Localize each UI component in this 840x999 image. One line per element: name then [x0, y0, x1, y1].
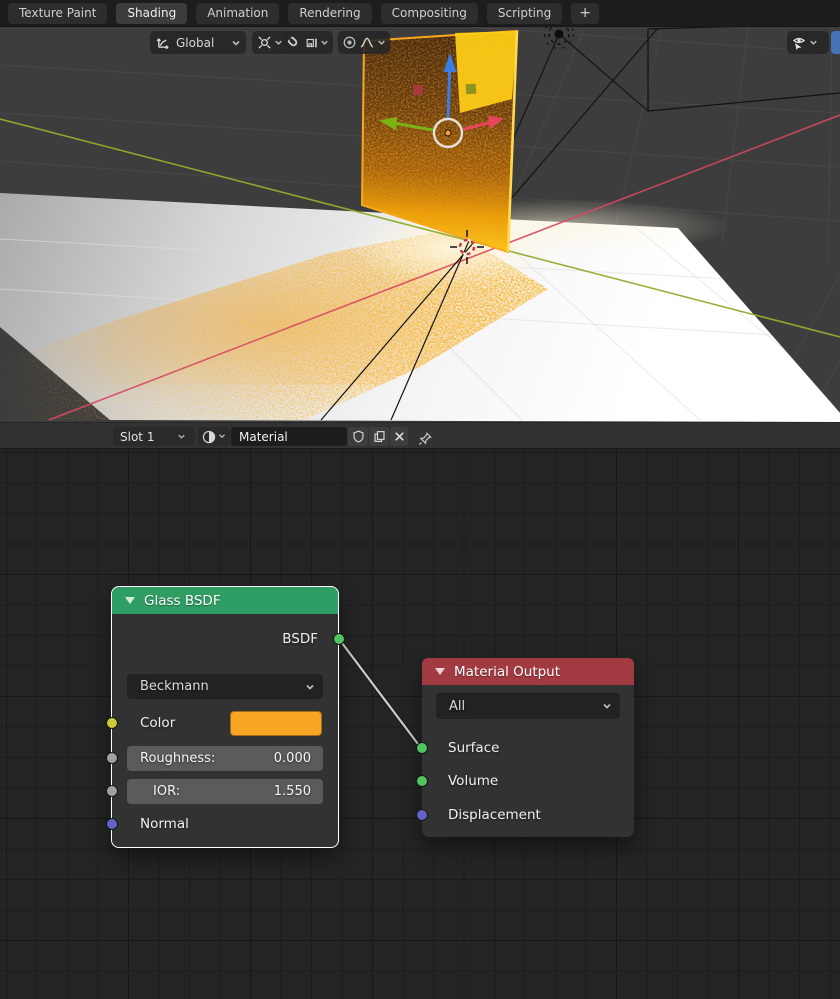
- tab-texture-paint[interactable]: Texture Paint: [8, 3, 107, 24]
- 3d-viewport[interactable]: Global: [0, 27, 840, 422]
- add-workspace-button[interactable]: +: [571, 3, 599, 24]
- input-label-surface: Surface: [448, 739, 499, 757]
- input-label-displacement: Displacement: [448, 806, 541, 824]
- object-type-visibility-dropdown[interactable]: [787, 31, 829, 54]
- input-label-volume: Volume: [448, 772, 498, 790]
- chevron-down-icon: [601, 700, 613, 712]
- tab-shading[interactable]: Shading: [116, 3, 187, 24]
- material-name-field[interactable]: Material: [231, 427, 347, 446]
- shield-icon: [349, 428, 367, 446]
- ior-slider[interactable]: IOR: 1.550: [127, 779, 323, 804]
- chevron-down-icon: [230, 37, 242, 49]
- collapse-triangle-icon[interactable]: [125, 597, 135, 604]
- object-origin: [445, 130, 451, 136]
- proportional-falloff-icon[interactable]: [358, 34, 375, 52]
- blender-window: Texture Paint Shading Animation Renderin…: [0, 0, 840, 999]
- snap-target-icon[interactable]: [305, 34, 319, 52]
- distribution-dropdown[interactable]: Beckmann: [127, 674, 323, 699]
- node-header-material-output[interactable]: Material Output: [422, 658, 634, 685]
- slot-label: Slot 1: [120, 430, 154, 444]
- duplicate-material-button[interactable]: [369, 427, 389, 446]
- snap-controls: [283, 31, 333, 54]
- copy-icon: [370, 428, 388, 446]
- socket-input-volume[interactable]: [416, 775, 428, 787]
- proportional-editing-icon[interactable]: [341, 34, 358, 52]
- color-swatch[interactable]: [230, 711, 322, 736]
- tab-rendering[interactable]: Rendering: [288, 3, 371, 24]
- shader-editor-header: Slot 1 Material: [0, 422, 840, 449]
- tab-scripting[interactable]: Scripting: [487, 3, 562, 24]
- viewport-render: [0, 27, 840, 422]
- proportional-edit-controls: [338, 31, 390, 54]
- ior-value: 1.550: [274, 784, 311, 799]
- pin-icon[interactable]: [416, 429, 434, 447]
- transform-orientation-icon: [154, 34, 172, 52]
- chevron-down-icon: [217, 431, 227, 443]
- roughness-slider[interactable]: Roughness: 0.000: [127, 746, 323, 771]
- material-slot-dropdown[interactable]: Slot 1: [113, 427, 195, 446]
- gizmo-plane-x[interactable]: [413, 85, 424, 96]
- visibility-eye-cursor-icon: [790, 34, 808, 52]
- socket-output-bsdf[interactable]: [333, 633, 345, 645]
- node-header-glass[interactable]: Glass BSDF: [112, 587, 338, 614]
- chevron-down-icon[interactable]: [376, 37, 388, 49]
- node-title: Glass BSDF: [144, 593, 221, 609]
- node-title: Material Output: [454, 664, 560, 680]
- tab-compositing[interactable]: Compositing: [381, 3, 478, 24]
- gizmo-plane-y[interactable]: [466, 84, 477, 95]
- output-target-dropdown[interactable]: All: [436, 693, 620, 719]
- input-label-color: Color: [140, 714, 175, 732]
- roughness-value: 0.000: [274, 751, 311, 766]
- material-name: Material: [239, 430, 288, 444]
- socket-input-normal[interactable]: [106, 818, 118, 830]
- transform-orientation-dropdown[interactable]: Global: [150, 31, 246, 54]
- pivot-point-icon: [255, 34, 273, 52]
- chevron-down-icon: [176, 431, 188, 443]
- socket-input-surface[interactable]: [416, 742, 428, 754]
- chevron-down-icon: [808, 37, 820, 49]
- browse-material-button[interactable]: [198, 427, 230, 446]
- node-material-output[interactable]: Material Output All Surface Volume Displ…: [422, 658, 634, 837]
- close-icon: [390, 428, 408, 446]
- chevron-down-icon: [304, 681, 316, 693]
- unlink-material-button[interactable]: [390, 427, 408, 446]
- socket-input-color[interactable]: [106, 717, 118, 729]
- orientation-label: Global: [176, 36, 214, 50]
- socket-input-ior[interactable]: [106, 785, 118, 797]
- gizmo-toggle-partial-icon[interactable]: [831, 31, 840, 54]
- chevron-down-icon[interactable]: [319, 37, 330, 49]
- target-value: All: [449, 699, 465, 714]
- collapse-triangle-icon[interactable]: [435, 668, 445, 675]
- link-bsdf-to-surface: [339, 639, 421, 748]
- roughness-label: Roughness:: [140, 751, 215, 766]
- fake-user-button[interactable]: [348, 427, 368, 446]
- ior-label: IOR:: [153, 784, 180, 799]
- node-glass-bsdf[interactable]: Glass BSDF BSDF Beckmann Color Roughness…: [112, 587, 338, 847]
- workspace-tabbar: Texture Paint Shading Animation Renderin…: [0, 0, 840, 27]
- socket-input-displacement[interactable]: [416, 809, 428, 821]
- input-label-normal: Normal: [140, 815, 189, 833]
- socket-input-roughness[interactable]: [106, 752, 118, 764]
- material-sphere-icon: [201, 428, 217, 446]
- tab-animation[interactable]: Animation: [196, 3, 279, 24]
- snap-magnet-icon[interactable]: [286, 34, 301, 52]
- shader-node-editor[interactable]: Glass BSDF BSDF Beckmann Color Roughness…: [0, 449, 840, 999]
- distribution-value: Beckmann: [140, 679, 209, 694]
- output-label-bsdf: BSDF: [282, 630, 318, 648]
